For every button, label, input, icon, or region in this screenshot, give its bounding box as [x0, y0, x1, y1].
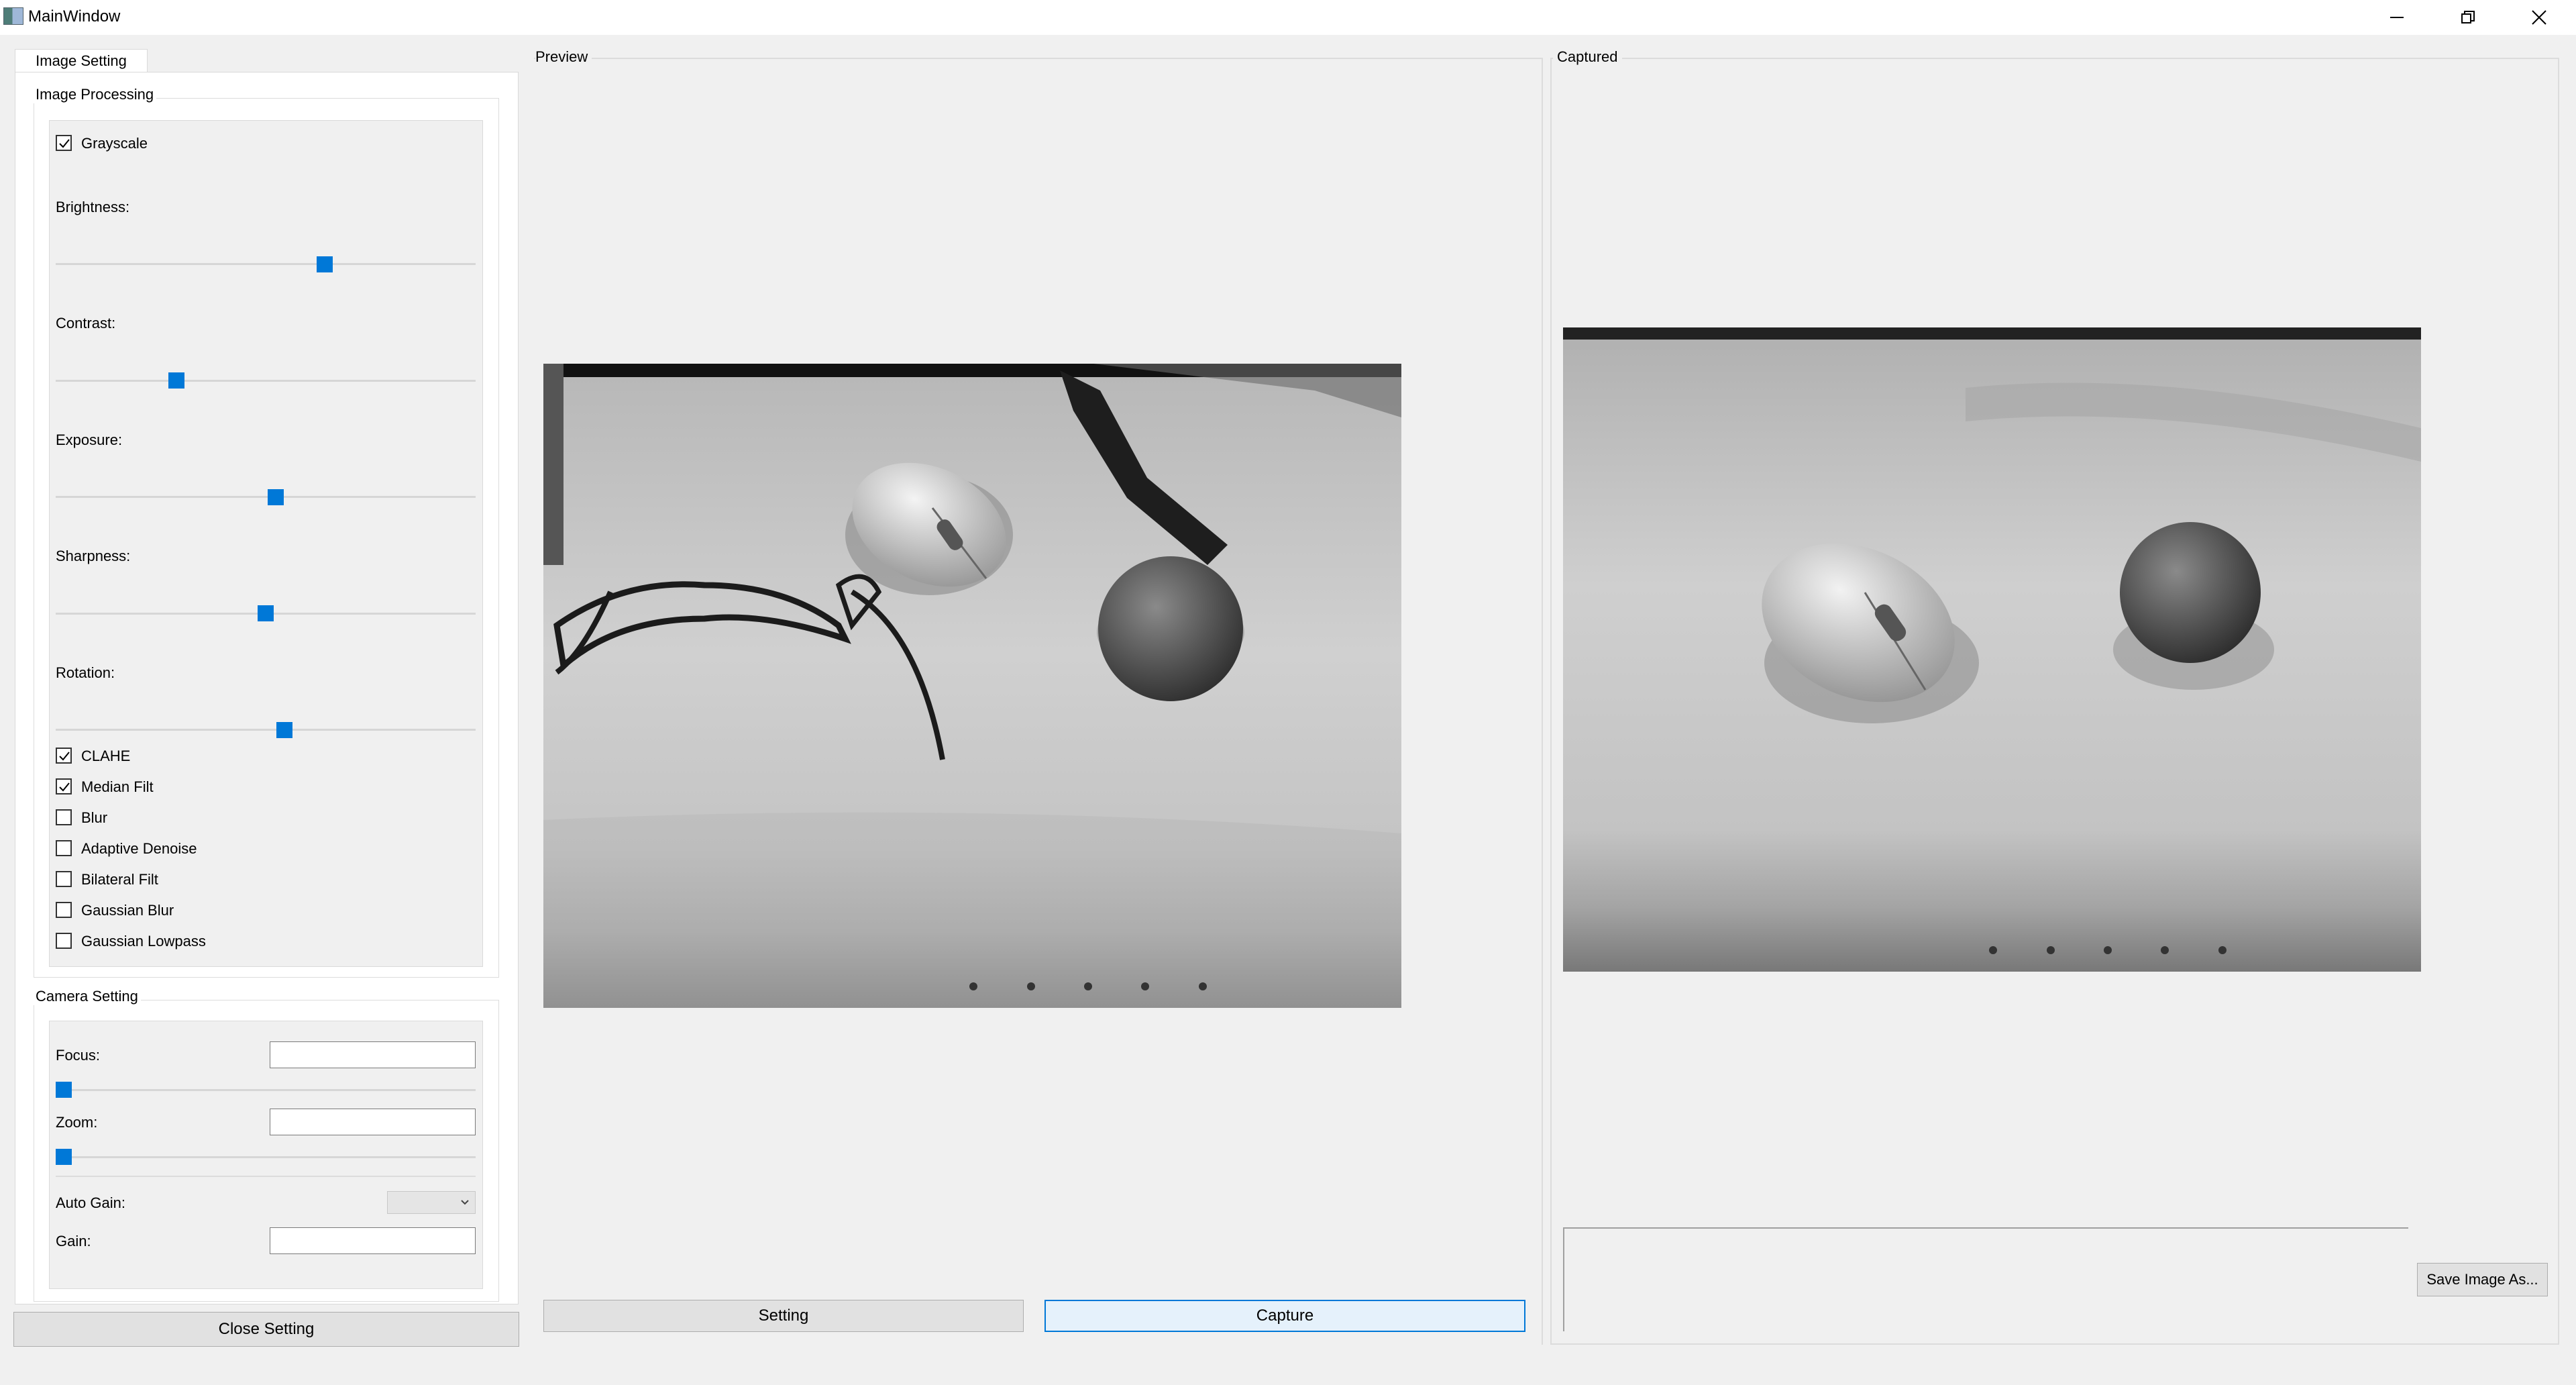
median-filt-checkbox[interactable]: Median Filt — [56, 778, 337, 799]
captured-frame-right — [2558, 58, 2559, 1345]
preview-image — [543, 364, 1401, 1008]
captured-image — [1563, 327, 2421, 972]
clahe-label: CLAHE — [81, 748, 131, 764]
check-icon — [59, 139, 70, 148]
title-bar: MainWindow — [0, 0, 2576, 35]
close-icon — [2532, 10, 2546, 25]
captured-frame-bottom — [1550, 1343, 2559, 1345]
median-filt-check-box[interactable] — [56, 778, 72, 794]
image-processing-title: Image Processing — [33, 86, 157, 103]
gaussian-lowpass-label: Gaussian Lowpass — [81, 933, 206, 950]
clahe-checkbox[interactable]: CLAHE — [56, 748, 337, 768]
captured-frame-left — [1550, 58, 1552, 1345]
grayscale-check-box[interactable] — [56, 135, 72, 151]
save-image-button[interactable]: Save Image As... — [2417, 1263, 2548, 1296]
focus-slider-track[interactable] — [56, 1089, 476, 1091]
brightness-slider-track[interactable] — [56, 263, 476, 265]
bilateral-filt-check-box[interactable] — [56, 871, 72, 887]
gaussian-blur-check-box[interactable] — [56, 902, 72, 918]
zoom-slider-handle[interactable] — [56, 1149, 72, 1165]
grayscale-label: Grayscale — [81, 135, 148, 152]
capture-button[interactable]: Capture — [1044, 1300, 1525, 1332]
minimize-button[interactable] — [2361, 0, 2432, 35]
brightness-slider-handle[interactable] — [317, 256, 333, 272]
auto-gain-combo[interactable] — [387, 1191, 476, 1214]
restore-icon — [2461, 11, 2475, 23]
preview-frame-top — [534, 58, 1543, 59]
focus-label: Focus: — [56, 1047, 101, 1064]
tab-image-setting[interactable]: Image Setting — [15, 49, 148, 72]
gain-input[interactable] — [270, 1227, 476, 1254]
gaussian-blur-checkbox[interactable]: Gaussian Blur — [56, 902, 337, 922]
restore-button[interactable] — [2432, 0, 2504, 35]
blur-check-box[interactable] — [56, 809, 72, 825]
preview-frame-right — [1542, 58, 1543, 1345]
adaptive-denoise-label: Adaptive Denoise — [81, 840, 197, 857]
grayscale-checkbox[interactable]: Grayscale — [56, 135, 337, 155]
zoom-slider-track[interactable] — [56, 1156, 476, 1158]
check-icon — [59, 752, 70, 761]
captured-title: Captured — [1553, 48, 1622, 66]
gain-label: Gain: — [56, 1233, 91, 1249]
brightness-label: Brightness: — [56, 199, 130, 215]
focus-input[interactable] — [270, 1041, 476, 1068]
blur-label: Blur — [81, 809, 108, 826]
bilateral-filt-checkbox[interactable]: Bilateral Filt — [56, 871, 337, 891]
rotation-slider-handle[interactable] — [276, 722, 292, 738]
adaptive-denoise-check-box[interactable] — [56, 840, 72, 856]
camera-setting-title: Camera Setting — [33, 988, 141, 1005]
sharpness-slider-handle[interactable] — [258, 605, 274, 621]
check-icon — [59, 782, 70, 792]
exposure-label: Exposure: — [56, 431, 123, 448]
gaussian-blur-label: Gaussian Blur — [81, 902, 174, 919]
gaussian-lowpass-checkbox[interactable]: Gaussian Lowpass — [56, 933, 337, 953]
bilateral-filt-label: Bilateral Filt — [81, 871, 158, 888]
captured-image-graphic — [1563, 327, 2421, 972]
median-filt-label: Median Filt — [81, 778, 154, 795]
zoom-input[interactable] — [270, 1109, 476, 1135]
clahe-check-box[interactable] — [56, 748, 72, 764]
rotation-label: Rotation: — [56, 664, 115, 681]
rotation-slider-track[interactable] — [56, 729, 476, 731]
chevron-down-icon — [461, 1200, 469, 1205]
contrast-slider-handle[interactable] — [168, 372, 184, 389]
contrast-label: Contrast: — [56, 315, 116, 331]
close-setting-button[interactable]: Close Setting — [13, 1312, 519, 1347]
preview-image-graphic — [543, 364, 1401, 1008]
exposure-slider-handle[interactable] — [268, 489, 284, 505]
exposure-slider-track[interactable] — [56, 496, 476, 498]
focus-slider-handle[interactable] — [56, 1082, 72, 1098]
setting-button[interactable]: Setting — [543, 1300, 1024, 1332]
blur-checkbox[interactable]: Blur — [56, 809, 337, 829]
sharpness-label: Sharpness: — [56, 548, 131, 564]
app-icon — [3, 7, 23, 25]
auto-gain-label: Auto Gain: — [56, 1194, 125, 1211]
adaptive-denoise-checkbox[interactable]: Adaptive Denoise — [56, 840, 337, 860]
minimize-icon — [2390, 17, 2404, 18]
contrast-slider-track[interactable] — [56, 380, 476, 382]
zoom-label: Zoom: — [56, 1114, 98, 1131]
camera-divider — [56, 1176, 476, 1177]
close-window-button[interactable] — [2504, 0, 2575, 35]
captured-frame-top — [1550, 58, 2559, 59]
captured-text-area[interactable] — [1563, 1227, 2408, 1331]
preview-title: Preview — [535, 48, 592, 66]
gaussian-lowpass-check-box[interactable] — [56, 933, 72, 949]
window-title: MainWindow — [28, 7, 121, 25]
